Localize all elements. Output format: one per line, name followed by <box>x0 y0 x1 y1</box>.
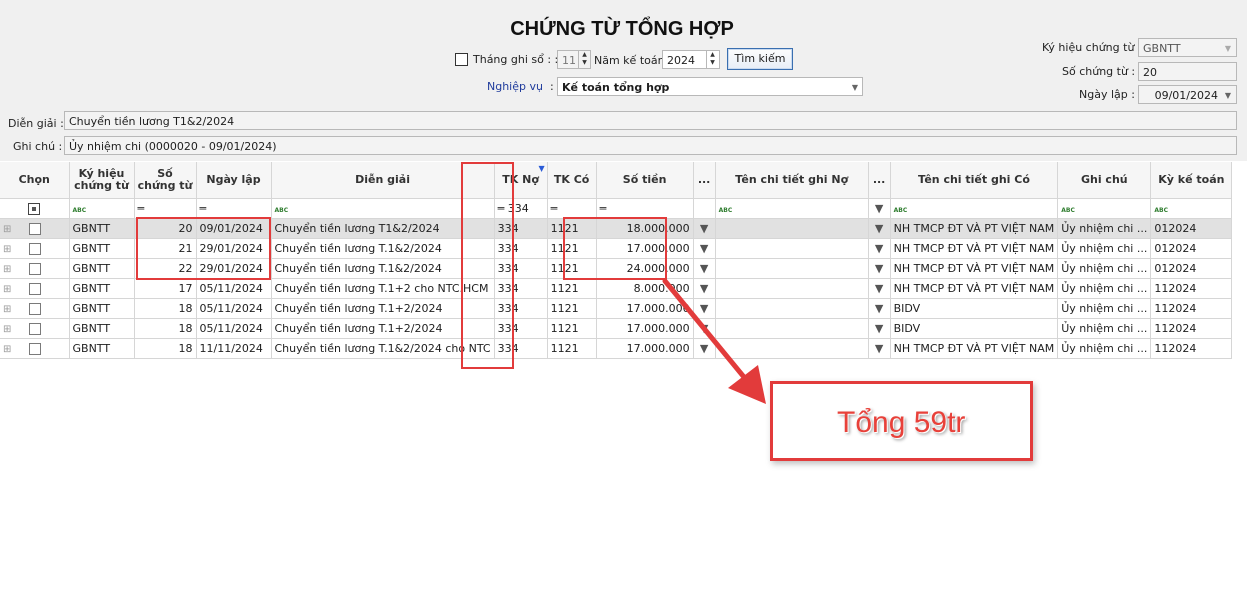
annotation-arrow <box>662 278 766 404</box>
document-window: CHỨNG TỪ TỔNG HỢP Tháng ghi sổ : : 11 ▲ ▼… <box>0 0 1247 598</box>
annotation-box: Tổng 59tr <box>770 381 1033 461</box>
annotation-text: Tổng 59tr <box>837 406 966 439</box>
